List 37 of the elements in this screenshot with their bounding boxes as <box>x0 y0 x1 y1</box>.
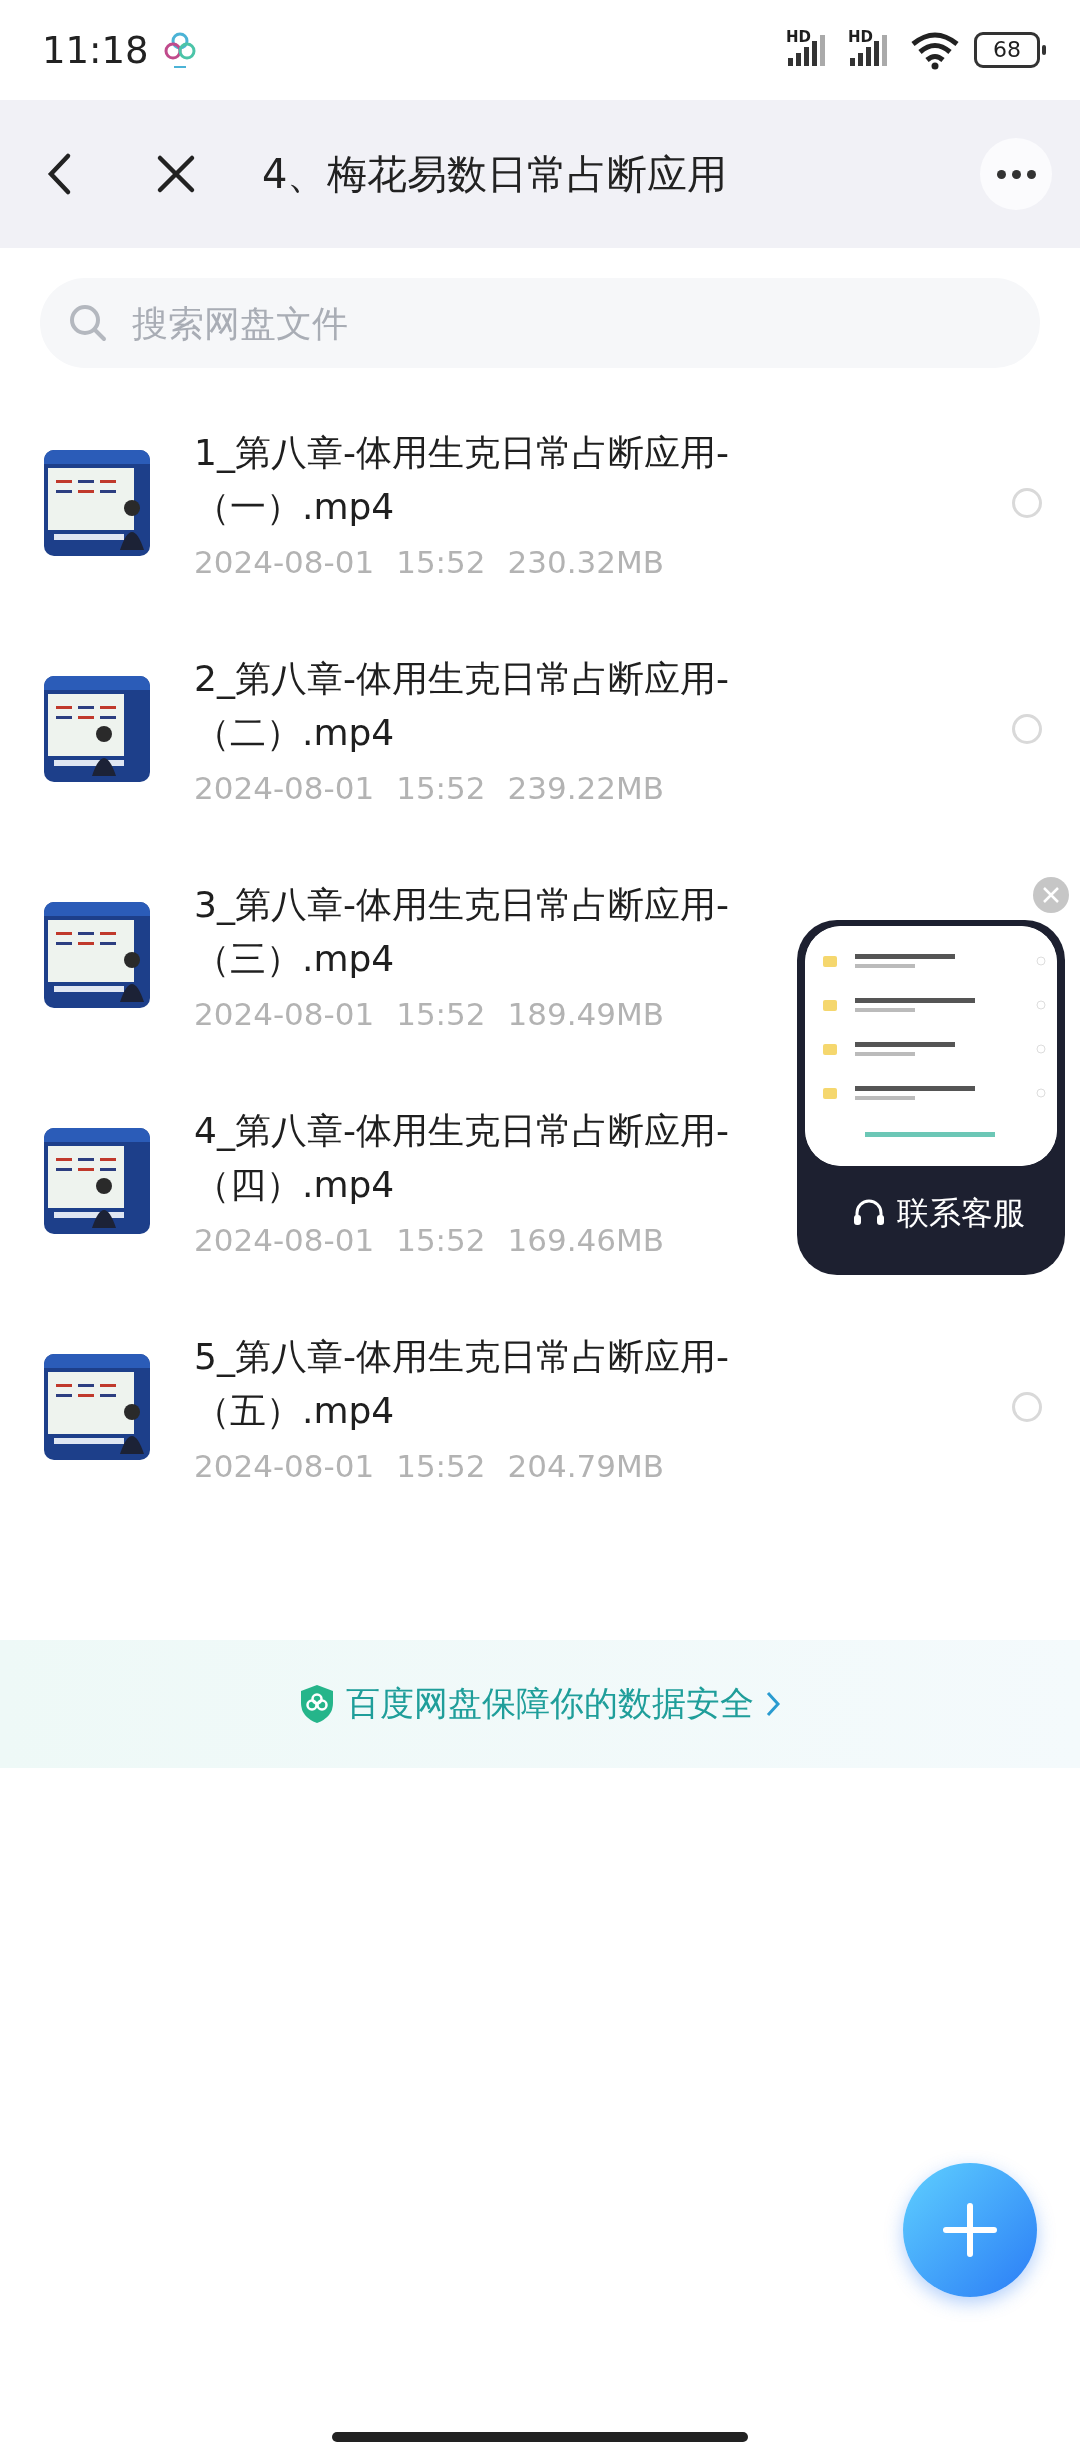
file-size: 230.32MB <box>507 544 664 580</box>
back-icon[interactable] <box>46 152 72 196</box>
search-icon <box>68 303 108 343</box>
file-size: 189.49MB <box>507 996 664 1032</box>
file-name[interactable]: 4_第八章-体用生克日常占断应用-（四）.mp4 <box>194 1104 734 1212</box>
file-date: 2024-08-01 <box>194 1222 375 1258</box>
file-name[interactable]: 5_第八章-体用生克日常占断应用-（五）.mp4 <box>194 1330 734 1438</box>
wifi-icon <box>910 30 960 70</box>
floating-window[interactable]: 联系客服 <box>797 920 1065 1275</box>
search-field[interactable]: 搜索网盘文件 <box>40 278 1040 368</box>
file-time: 15:52 <box>396 1448 486 1484</box>
chevron-icon <box>764 1689 782 1719</box>
file-time: 15:52 <box>396 544 486 580</box>
file-size: 169.46MB <box>507 1222 664 1258</box>
select-radio[interactable] <box>1012 488 1042 518</box>
add-button[interactable] <box>903 2163 1037 2297</box>
plus-icon <box>942 2202 998 2258</box>
select-radio[interactable] <box>1012 714 1042 744</box>
file-name[interactable]: 1_第八章-体用生克日常占断应用-（一）.mp4 <box>194 426 734 534</box>
file-name[interactable]: 2_第八章-体用生克日常占断应用-（二）.mp4 <box>194 652 734 760</box>
file-date: 2024-08-01 <box>194 544 375 580</box>
file-time: 15:52 <box>396 996 486 1032</box>
file-time: 15:52 <box>396 770 486 806</box>
folder-title: 4、梅花易数日常占断应用 <box>262 149 728 199</box>
clock: 11:18 <box>42 28 149 72</box>
file-time: 15:52 <box>396 1222 486 1258</box>
file-date: 2024-08-01 <box>194 1448 375 1484</box>
file-date: 2024-08-01 <box>194 770 375 806</box>
file-size: 204.79MB <box>507 1448 664 1484</box>
cloud-app-icon <box>162 30 197 70</box>
close-icon[interactable] <box>156 154 196 194</box>
file-name[interactable]: 3_第八章-体用生克日常占断应用-（三）.mp4 <box>194 878 734 986</box>
customer-service-button[interactable]: 联系客服 <box>851 1192 1025 1236</box>
select-radio[interactable] <box>1012 1392 1042 1422</box>
file-date: 2024-08-01 <box>194 996 375 1032</box>
shield-icon <box>298 1683 336 1725</box>
file-size: 239.22MB <box>507 770 664 806</box>
